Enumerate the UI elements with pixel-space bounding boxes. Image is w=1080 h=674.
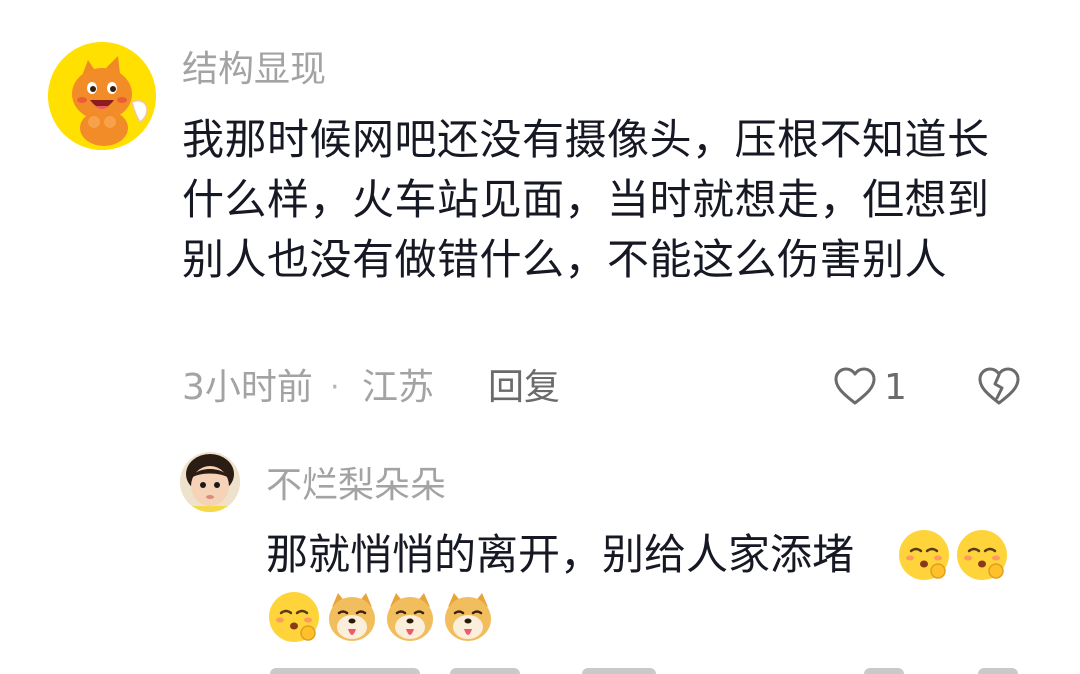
comment-text: 我那时候网吧还没有摄像头，压根不知道长什么样，火车站见面，当时就想走，但想到别人… — [182, 115, 990, 284]
cutoff-text — [270, 668, 420, 674]
shush-emoji-icon — [269, 592, 319, 642]
like-button[interactable] — [832, 364, 878, 410]
meta-separator: · — [330, 370, 340, 405]
cutoff-text — [582, 668, 656, 674]
comment-username[interactable]: 结构显现 — [182, 46, 326, 94]
cutoff-icon — [864, 668, 904, 674]
next-meta-row-cutoff — [266, 664, 1026, 674]
emoji-group — [896, 527, 1010, 583]
doge-emoji-icon — [329, 593, 375, 641]
avatar[interactable] — [48, 42, 156, 150]
doge-emoji-icon — [445, 593, 491, 641]
comment-meta-row: 3小时前 · 江苏 回复 1 — [182, 362, 1042, 414]
cutoff-icon — [978, 668, 1018, 674]
reply-avatar[interactable] — [180, 452, 240, 512]
heart-outline-icon — [834, 367, 876, 405]
like-count: 1 — [884, 367, 907, 408]
broken-heart-icon — [978, 367, 1020, 405]
emoji-group — [266, 589, 496, 645]
reply-button[interactable]: 回复 — [488, 362, 560, 414]
shush-emoji-icon — [899, 530, 949, 580]
cutoff-text — [450, 668, 520, 674]
reply-username[interactable]: 不烂梨朵朵 — [266, 462, 446, 510]
shush-emoji-icon — [957, 530, 1007, 580]
child-photo-icon — [180, 452, 240, 512]
doge-emoji-icon — [387, 593, 433, 641]
orange-mascot-icon — [48, 42, 156, 150]
comment-time: 3小时前 — [182, 367, 313, 408]
dislike-button[interactable] — [976, 364, 1022, 410]
comment-thread: 结构显现 我那时候网吧还没有摄像头，压根不知道长什么样，火车站见面，当时就想走，… — [0, 0, 1080, 674]
comment-location: 江苏 — [362, 367, 435, 408]
